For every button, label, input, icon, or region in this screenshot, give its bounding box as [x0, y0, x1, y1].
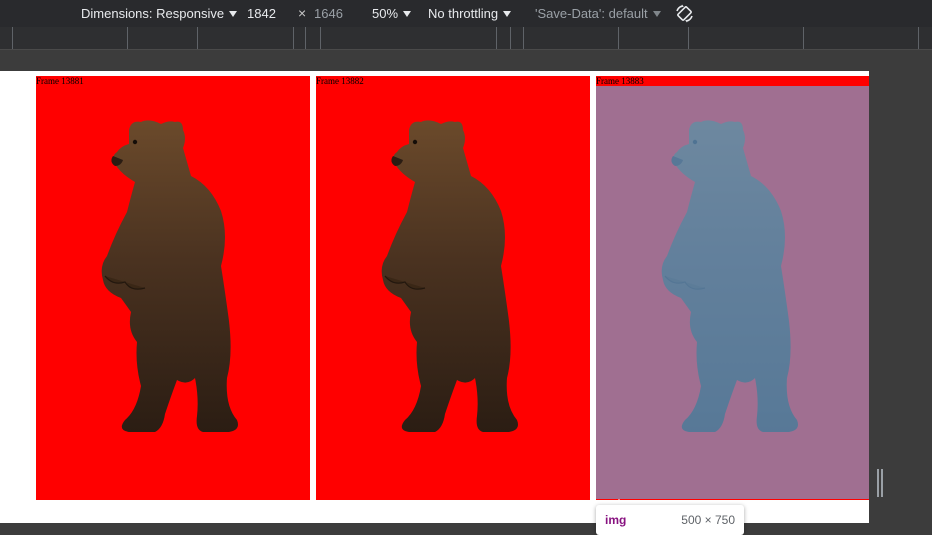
ruler-tick	[618, 27, 619, 49]
width-input[interactable]: 1842	[247, 0, 287, 27]
frame-label: Frame 13883	[596, 76, 644, 86]
ruler-tick	[918, 27, 919, 49]
device-frame-padding	[0, 50, 932, 71]
tooltip-tag: img	[605, 513, 627, 527]
frame-1: Frame 13881	[36, 76, 310, 500]
throttling-dropdown[interactable]: No throttling	[428, 0, 512, 27]
chevron-down-icon	[652, 11, 661, 17]
ruler-tick	[496, 27, 497, 49]
ruler-tick	[197, 27, 198, 49]
dimensions-label: Dimensions: Responsive	[81, 6, 225, 21]
bear-image	[91, 116, 251, 446]
resize-handle-right-line[interactable]	[881, 469, 883, 497]
rotate-icon[interactable]	[674, 0, 696, 27]
resize-handle-left-line[interactable]	[877, 469, 879, 497]
times-icon: ×	[298, 5, 307, 21]
ruler-tick	[803, 27, 804, 49]
ruler-tick	[688, 27, 689, 49]
chevron-down-icon	[229, 11, 238, 17]
frame-3: Frame 13883	[596, 76, 869, 500]
frame-2: Frame 13882	[316, 76, 590, 500]
chevron-down-icon	[403, 11, 412, 17]
inspect-tooltip: img 500 × 750	[596, 505, 744, 535]
save-data-dropdown[interactable]: 'Save-Data': default	[535, 0, 661, 27]
media-query-ruler[interactable]	[0, 27, 932, 50]
ruler-tick	[320, 27, 321, 49]
highlight-border	[596, 499, 869, 500]
chevron-down-icon	[503, 11, 512, 17]
save-data-label: 'Save-Data': default	[535, 6, 648, 21]
ruler-tick	[293, 27, 294, 49]
dimensions-dropdown[interactable]: Dimensions: Responsive	[81, 0, 238, 27]
bear-image	[371, 116, 531, 446]
ruler-tick	[305, 27, 306, 49]
device-toolbar: Dimensions: Responsive 1842 × 1646 50% N…	[0, 0, 932, 27]
ruler-tick	[127, 27, 128, 49]
tooltip-size: 500 × 750	[681, 513, 735, 527]
emulated-viewport: Frame 13881 Frame 13882 Frame 13883	[0, 71, 869, 523]
frame-label: Frame 13881	[36, 76, 84, 86]
height-input[interactable]: 1646	[314, 0, 354, 27]
ruler-tick	[510, 27, 511, 49]
ruler-tick	[523, 27, 524, 49]
element-highlight-overlay	[596, 86, 869, 499]
frame-label: Frame 13882	[316, 76, 364, 86]
throttling-label: No throttling	[428, 6, 499, 21]
viewport-gutter	[869, 71, 932, 523]
zoom-dropdown[interactable]: 50%	[372, 0, 412, 27]
zoom-label: 50%	[372, 6, 399, 21]
ruler-tick	[12, 27, 13, 49]
